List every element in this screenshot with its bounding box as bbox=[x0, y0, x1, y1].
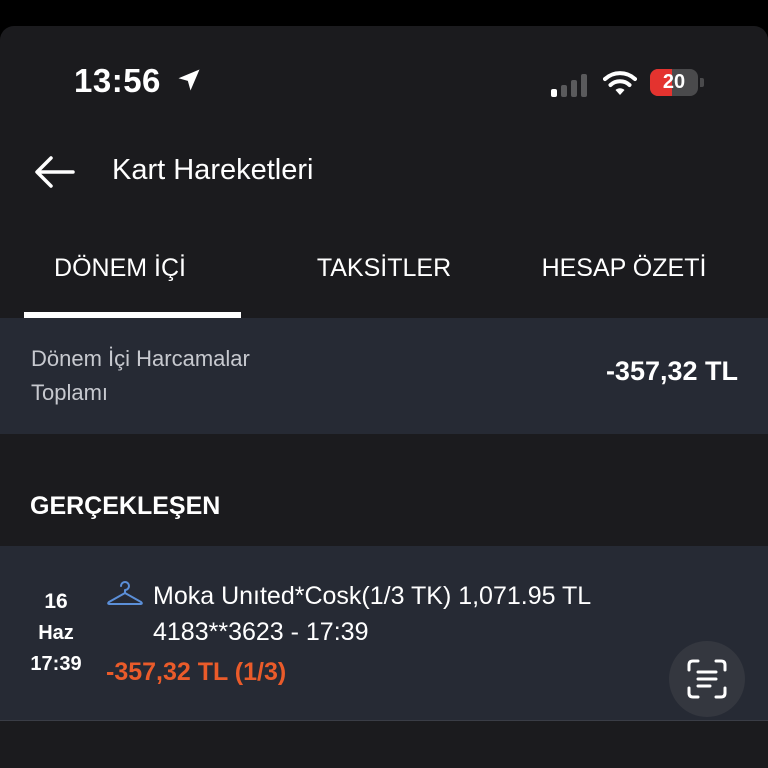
battery-icon: 20 bbox=[650, 69, 704, 96]
hanger-icon bbox=[107, 581, 143, 605]
transaction-amount: -357,32 TL (1/3) bbox=[106, 658, 287, 686]
transaction-row[interactable]: 16 Haz 17:39 Moka Unıted*Cosk(1/3 TK) 1,… bbox=[0, 546, 768, 721]
cellular-signal-icon bbox=[551, 73, 591, 97]
transaction-month: Haz bbox=[38, 622, 74, 644]
transaction-card-info: 4183**3623 - 17:39 bbox=[153, 618, 369, 646]
status-bar: 13:56 20 bbox=[0, 26, 768, 136]
period-summary: Dönem İçi Harcamalar Toplamı -357,32 TL bbox=[0, 318, 768, 434]
page-title: Kart Hareketleri bbox=[112, 154, 314, 186]
scan-text-button[interactable] bbox=[669, 641, 745, 717]
tab-bar: DÖNEM İÇİ TAKSİTLER HESAP ÖZETİ bbox=[0, 234, 768, 319]
tab-donem-ici[interactable]: DÖNEM İÇİ bbox=[0, 234, 241, 318]
battery-level: 20 bbox=[662, 71, 686, 93]
status-time: 13:56 bbox=[74, 62, 161, 99]
section-title: GERÇEKLEŞEN bbox=[30, 492, 221, 520]
transaction-day: 16 bbox=[44, 590, 68, 613]
scan-text-icon bbox=[687, 659, 727, 699]
location-arrow-icon bbox=[178, 69, 200, 91]
app-screen: 13:56 20 Kart Hareketleri DÖNEM İÇİ TAKS… bbox=[0, 26, 768, 768]
list-bottom bbox=[0, 721, 768, 768]
wifi-icon bbox=[603, 71, 637, 95]
summary-amount: -357,32 TL bbox=[605, 356, 738, 386]
summary-label: Dönem İçi Harcamalar Toplamı bbox=[31, 346, 250, 405]
tab-taksitler[interactable]: TAKSİTLER bbox=[264, 234, 504, 318]
transaction-time: 17:39 bbox=[30, 653, 82, 675]
transaction-description-block: Moka Unıted*Cosk(1/3 TK) 1,071.95 TL 418… bbox=[153, 578, 591, 650]
transaction-date: 16 Haz 17:39 bbox=[22, 586, 90, 680]
tab-hesap-ozeti[interactable]: HESAP ÖZETİ bbox=[504, 234, 744, 318]
arrow-left-icon[interactable] bbox=[33, 154, 77, 190]
transaction-description: Moka Unıted*Cosk(1/3 TK) 1,071.95 TL bbox=[153, 582, 592, 610]
section-heading: GERÇEKLEŞEN bbox=[0, 434, 768, 546]
